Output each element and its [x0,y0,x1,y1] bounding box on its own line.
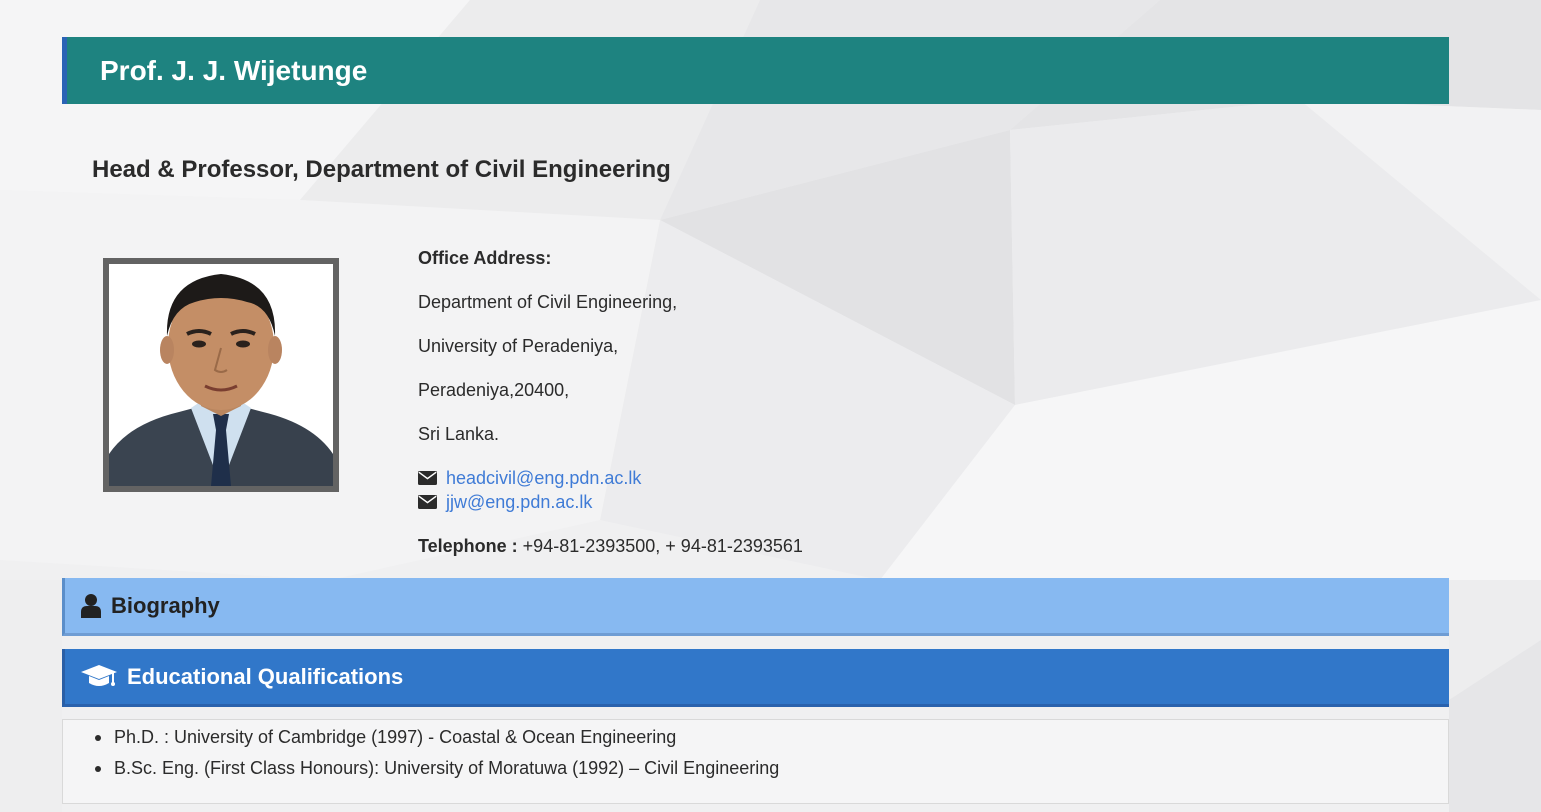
list-item: Ph.D. : University of Cambridge (1997) -… [93,722,779,753]
education-list: Ph.D. : University of Cambridge (1997) -… [93,722,779,784]
graduation-cap-icon [81,664,117,686]
telephone-value: +94-81-2393500, + 94-81-2393561 [517,536,803,556]
address-line: Sri Lanka. [418,424,500,444]
education-title: Educational Qualifications [127,663,404,689]
email-link-personal[interactable]: jjw@eng.pdn.ac.lk [446,490,592,514]
education-item-text: B.Sc. Eng. (First Class Honours): Univer… [114,758,780,778]
position-subtitle: Head & Professor, Department of Civil En… [92,156,671,183]
education-panel-header[interactable]: Educational Qualifications [62,649,1449,707]
profile-photo [109,264,333,486]
user-icon [81,593,101,618]
address-line: University of Peradeniya, [418,336,619,356]
bullet-icon [95,766,101,772]
email-row: headcivil@eng.pdn.ac.lk [418,466,641,490]
office-address-label: Office Address: [418,248,552,268]
bullet-icon [95,735,101,741]
profile-photo-frame [103,258,339,492]
email-link-head[interactable]: headcivil@eng.pdn.ac.lk [446,466,641,490]
envelope-icon [418,471,437,485]
page-title: Prof. J. J. Wijetunge [100,55,368,86]
address-line: Department of Civil Engineering, [418,292,678,312]
envelope-icon [418,495,437,509]
biography-title: Biography [111,592,220,618]
education-panel-body: Ph.D. : University of Cambridge (1997) -… [62,719,1449,804]
address-line: Peradeniya,20400, [418,380,570,400]
page-content: Prof. J. J. Wijetunge Head & Professor, … [0,0,1541,812]
telephone-line: Telephone : +94-81-2393500, + 94-81-2393… [418,532,803,560]
profile-title-bar: Prof. J. J. Wijetunge [62,37,1449,104]
telephone-label: Telephone : [418,536,518,556]
biography-panel-header[interactable]: Biography [62,578,1449,636]
email-row: jjw@eng.pdn.ac.lk [418,490,592,514]
list-item: B.Sc. Eng. (First Class Honours): Univer… [93,753,779,784]
education-item-text: Ph.D. : University of Cambridge (1997) -… [114,727,677,747]
